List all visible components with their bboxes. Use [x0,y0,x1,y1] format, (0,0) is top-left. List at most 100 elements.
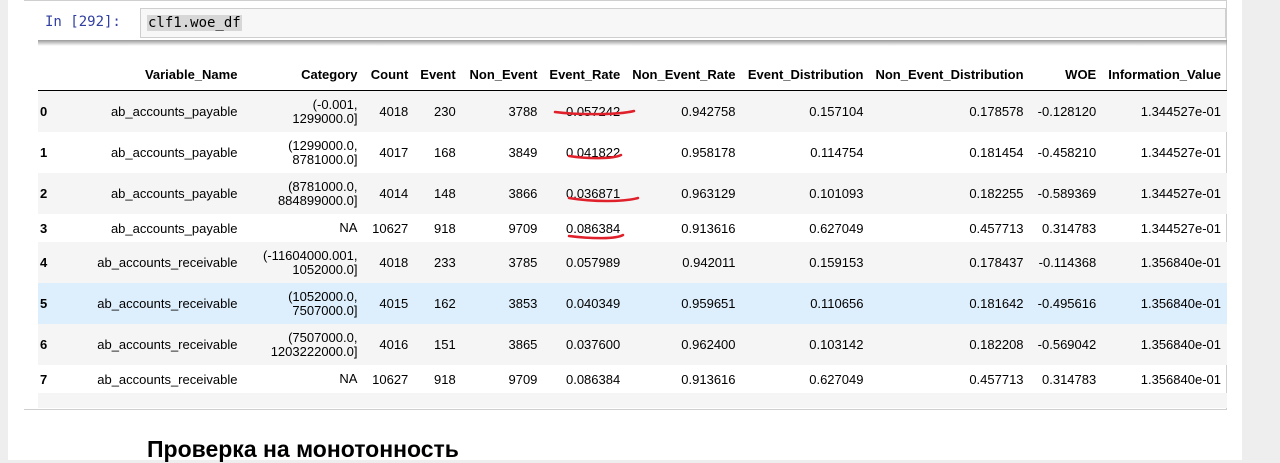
cell-category: (7507000.0, 1203222000.0] [243,324,364,365]
cell-category: (-11604000.001, 1052000.0] [243,242,364,283]
category-line-1: (1299000.0, [288,137,358,153]
cell-output[interactable]: Variable_Name Category Count Event Non_Event… [38,40,1227,408]
cell-var: ab_accounts_receivable [97,371,238,387]
cell-non-event: 3788 [461,90,544,132]
cell-non-event-rate: 0.962400 [626,324,742,365]
table-header-row: Variable_Name Category Count Event Non_Event… [38,58,1227,91]
cell-woe: 0.314783 [1042,220,1097,236]
row-index [38,393,78,408]
row-index: 7 [40,371,48,387]
row-index: 5 [38,283,78,324]
category-line-1: (8781000.0, [288,178,358,194]
cell-count: 4017 [379,145,409,160]
cell-non-event [461,393,544,408]
column-header: WOE [1029,58,1103,91]
cell-non-event-rate: 0.942011 [626,242,742,283]
table-row: (-0.001, [38,393,1227,408]
cell-non-event-dist: 0.182208 [869,324,1030,365]
cell-event-rate: 0.086384 [565,371,621,387]
category-line-1: (-0.001, [312,96,358,112]
cell-non-event: 3865 [461,324,544,365]
column-header: Event_Distribution [741,58,870,91]
cell-iv: 1.344527e-01 [1140,145,1221,160]
cell-count: 10627 [372,220,409,236]
cell-event-dist [741,393,870,408]
cell-var: ab_accounts_receivable [77,324,244,365]
cell-non-event-dist: 0.457713 [969,220,1024,236]
cell-woe: -0.589369 [1029,173,1103,214]
cell-event-dist: 0.157104 [741,90,870,132]
cell-non-event-rate [626,393,742,408]
column-header: Event_Rate [543,58,627,91]
cell-var: ab_accounts_receivable [77,283,244,324]
cell-category: (-0.001, [243,393,364,408]
category-line-2: 1203222000.0] [270,343,358,359]
output-scroll-shadow [38,40,1227,46]
cell-woe: -0.128120 [1029,90,1103,132]
row-index: 6 [38,324,78,365]
cell-var [77,393,244,408]
category-line-1: (1052000.0, [288,288,358,304]
cell-event-dist: 0.627049 [809,220,864,236]
cell-count: 4015 [363,283,415,324]
section-heading: Проверка на монотонность [147,436,459,462]
code-text[interactable]: clf1.woe_df [147,15,242,31]
cell-iv: 1.344527e-01 [1140,220,1221,236]
row-index: 1 [40,145,48,160]
category-line-1: (-11604000.001, [263,247,358,263]
column-header: Non_Event_Rate [626,58,742,91]
cell-woe: 0.314783 [1042,371,1097,387]
cell-event: 230 [414,90,462,132]
cell-var: ab_accounts_payable [77,90,244,132]
cell-woe: -0.569042 [1029,324,1103,365]
table-row: 3 ab_accounts_payable NA 10627 918 9709 0.0863… [38,214,1227,242]
cell-iv: 1.356840e-01 [1102,242,1227,283]
cell-iv: 1.356840e-01 [1140,371,1221,387]
table-row: 4 ab_accounts_receivable (-11604000.001, 10… [38,242,1227,283]
cell-event-dist: 0.114754 [810,145,864,160]
cell-count: 4018 [363,242,415,283]
cell-event: 233 [414,242,462,283]
cell-event: 148 [414,173,462,214]
cell-iv: 1.344527e-01 [1102,90,1227,132]
cell-count: 4014 [363,173,415,214]
category-line-2: 1299000.0] [292,110,358,126]
table-row: 6 ab_accounts_receivable (7507000.0, 120322… [38,324,1227,365]
cell-non-event: 3785 [461,242,544,283]
cell-event: 918 [433,371,456,387]
cell-event [414,393,462,408]
cell-non-event-rate: 0.963129 [626,173,742,214]
column-header: Information_Value [1102,58,1227,91]
column-header: Non_Event_Distribution [869,58,1030,91]
cell-iv: 1.356840e-01 [1102,324,1227,365]
table-row: 0 ab_accounts_payable (-0.001, 1299000.0] 40… [38,90,1227,132]
cell-non-event-dist: 0.457713 [969,371,1024,387]
cell-non-event-dist [869,393,1030,408]
cell-non-event: 9709 [508,371,538,387]
column-header: Variable_Name [77,58,244,91]
cell-event-dist: 0.103142 [741,324,870,365]
cell-iv: 1.356840e-01 [1102,283,1227,324]
code-input[interactable]: clf1.woe_df [140,8,1226,38]
cell-category: (-0.001, 1299000.0] [243,90,364,132]
cell-var: ab_accounts_receivable [77,242,244,283]
cell-category: NA [243,214,363,242]
cell-non-event-rate: 0.959651 [626,283,742,324]
cell-event-rate [543,393,627,408]
cell-non-event-rate: 0.958178 [681,145,736,160]
cell-category: (1052000.0, 7507000.0] [243,283,364,324]
table-row: 7 ab_accounts_receivable NA 10627 918 9709 0.0… [38,365,1227,393]
cell-non-event-dist: 0.182255 [869,173,1030,214]
cell-iv: 1.344527e-01 [1102,173,1227,214]
cell-prompt: In [292]: [45,14,121,30]
horizontal-scroll-edge[interactable] [1223,58,1227,398]
category-line-1: (7507000.0, [288,329,358,345]
cell-non-event-rate: 0.942758 [626,90,742,132]
cell-event-rate: 0.041822 [565,145,621,160]
cell-var: ab_accounts_payable [77,173,244,214]
cell-event-rate: 0.040349 [543,283,627,324]
table-row: 1 ab_accounts_payable (1299000.0, 8781000.0… [38,132,1227,173]
cell-non-event-dist: 0.178437 [869,242,1030,283]
notebook-page: In [292]: clf1.woe_df Variable_Name Categ… [8,0,1242,462]
cell-event-rate: 0.086384 [565,220,621,236]
